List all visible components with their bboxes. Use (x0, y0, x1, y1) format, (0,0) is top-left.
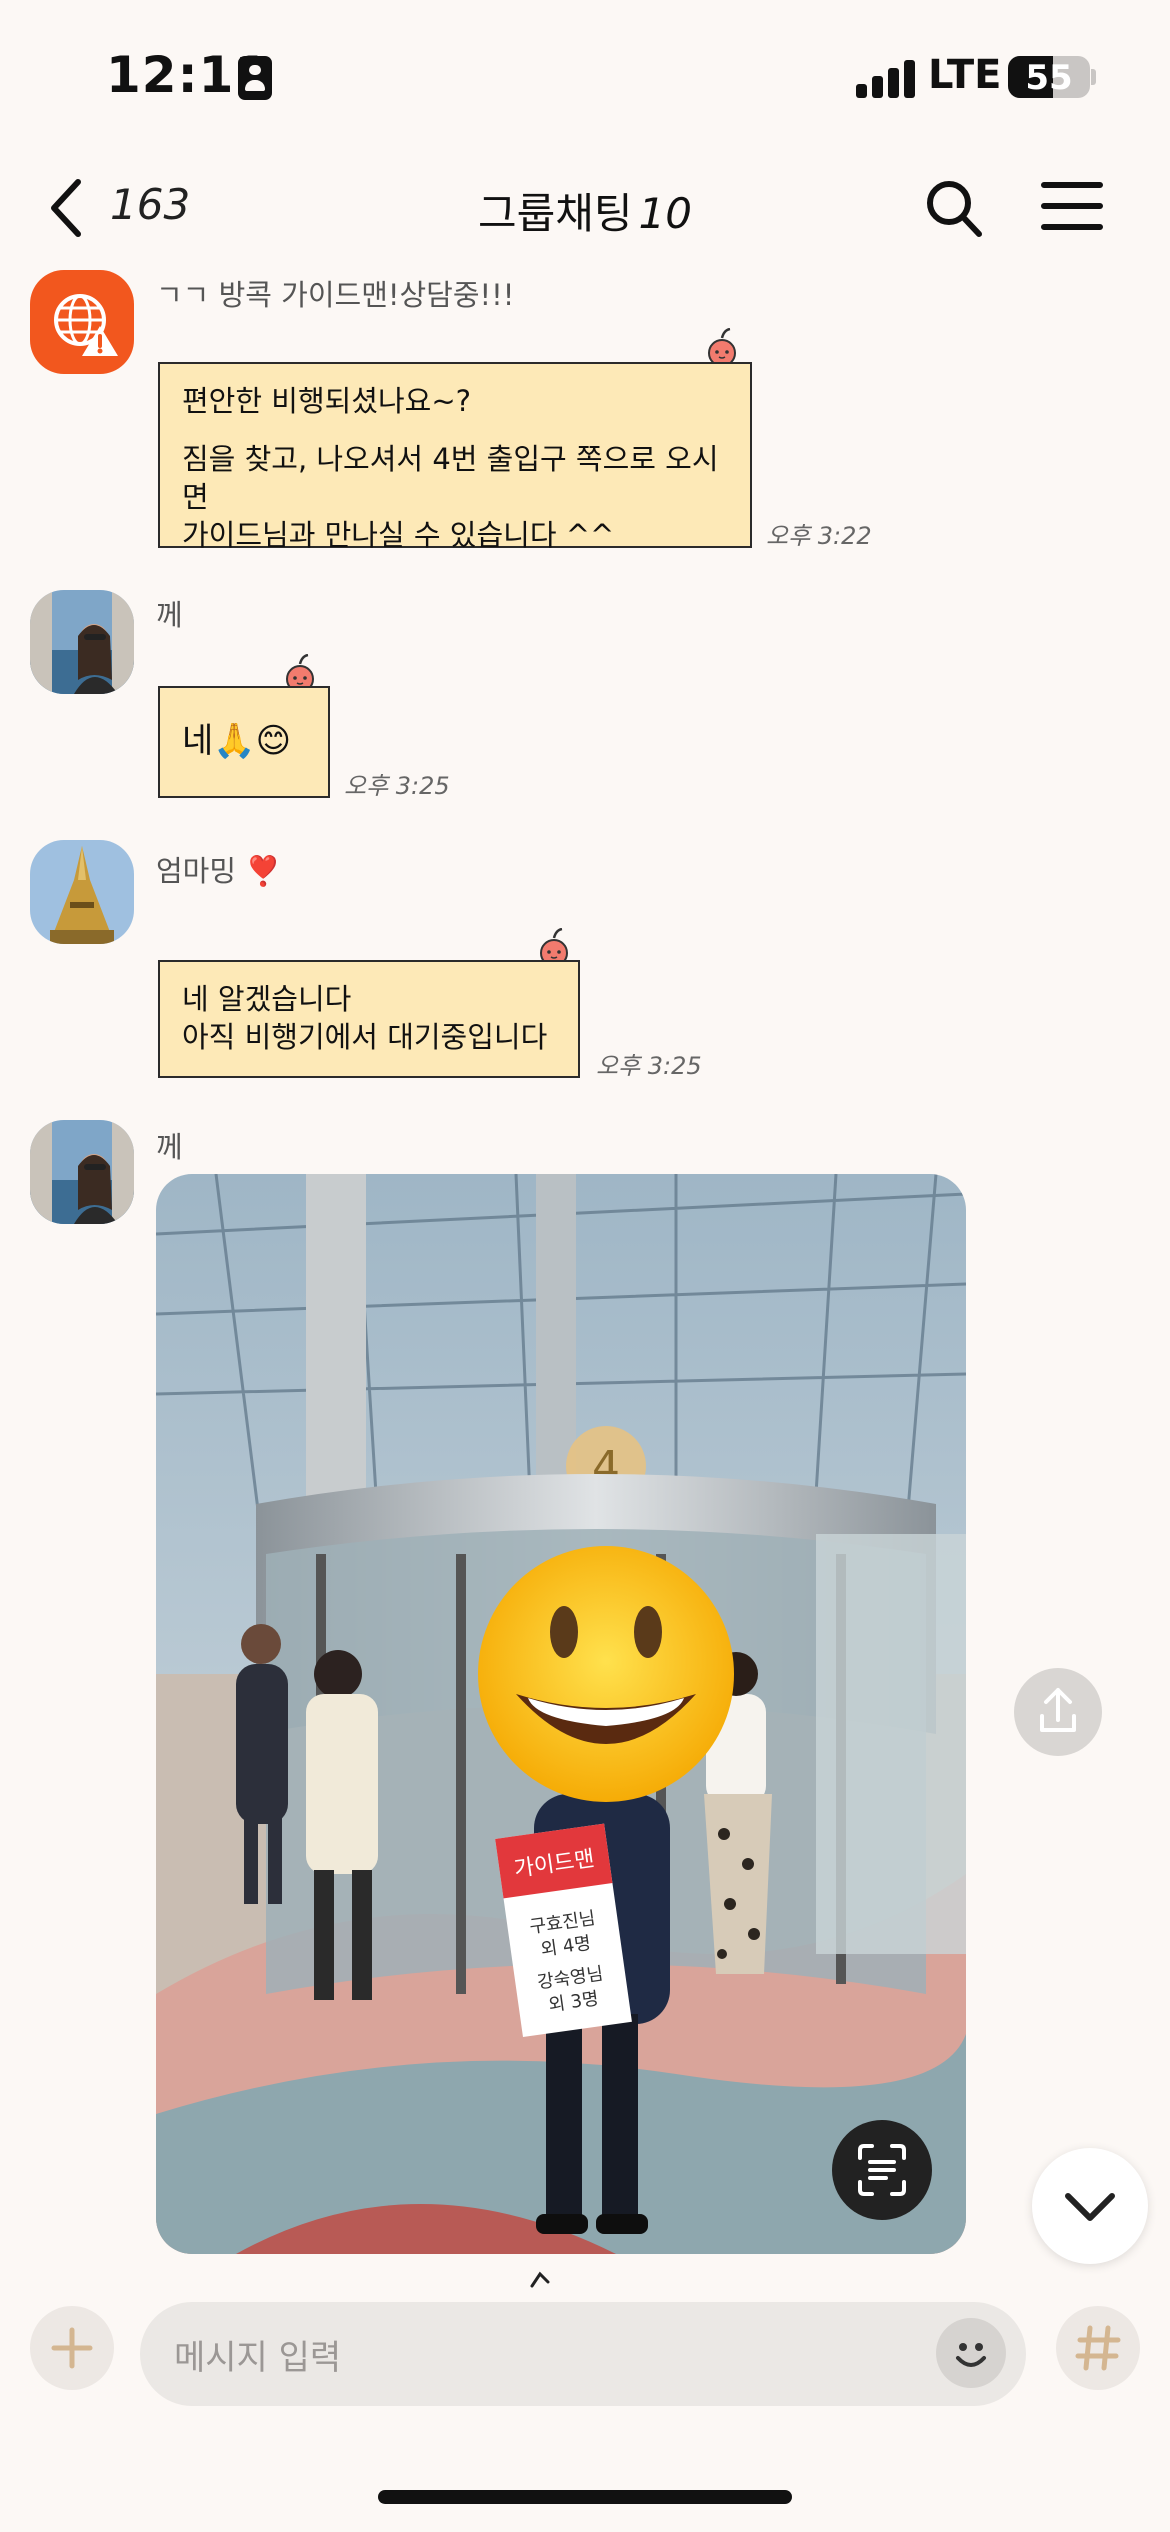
avatar-guideman[interactable] (30, 270, 134, 374)
avatar-kke[interactable] (30, 590, 134, 694)
scan-text-icon (858, 2144, 906, 2196)
hashtag-icon (1075, 2325, 1121, 2371)
battery-level: 55 (1025, 58, 1073, 98)
message-bubble[interactable]: 편안한 비행되셨나요~? 짐을 찾고, 나오셔서 4번 출입구 쪽으로 오시면 … (158, 362, 752, 552)
chevron-left-icon (51, 179, 81, 237)
member-count: 10 (638, 189, 692, 238)
airport-photo: 4 가이드맨 구효진님 외 4명 강숙영님 외 3명 (156, 1174, 966, 2254)
hamburger-icon (1041, 182, 1103, 230)
emoji-button[interactable] (936, 2318, 1006, 2388)
sender-name: 엄마밍 ❣️ (156, 854, 282, 888)
shared-photo[interactable]: 4 가이드맨 구효진님 외 4명 강숙영님 외 3명 (156, 1174, 966, 2254)
text-scan-button[interactable] (832, 2120, 932, 2220)
message-line: 편안한 비행되셨나요~? (182, 384, 472, 418)
message-time: 오후 3:22 (766, 522, 872, 550)
smiley-face-emoji (478, 1546, 734, 1802)
menu-button[interactable] (1040, 180, 1104, 232)
sender-name: ㄱㄱ 방콕 가이드맨!상담중!!! (156, 278, 515, 312)
message-line: 아직 비행기에서 대기중입니다 (182, 1020, 548, 1054)
message-time: 오후 3:25 (344, 772, 450, 800)
plus-icon (51, 2327, 93, 2369)
hashtag-button[interactable] (1056, 2306, 1140, 2390)
share-icon (1040, 1688, 1076, 1732)
avatar-kke[interactable] (30, 1120, 134, 1224)
home-indicator[interactable] (378, 2490, 792, 2504)
search-button[interactable] (924, 176, 984, 240)
share-button[interactable] (1014, 1668, 1102, 1756)
message-line: 가이드님과 만나실 수 있습니다 ^^ (182, 518, 615, 552)
cursor-arrow-icon (530, 2271, 550, 2288)
profile-photo (30, 1120, 134, 1224)
message-bubble[interactable]: 네 알겠습니다 아직 비행기에서 대기중입니다 (158, 960, 580, 1078)
smiley-icon (956, 2343, 986, 2367)
message-input-placeholder: 메시지 입력 (174, 2338, 342, 2378)
avatar-mommy[interactable] (30, 840, 134, 944)
orientation-lock-icon (238, 56, 272, 100)
profile-photo (30, 590, 134, 694)
unread-count[interactable]: 163 (110, 180, 190, 229)
search-icon (927, 181, 982, 237)
message-line: 네 알겠습니다 (182, 982, 352, 1016)
chat-title: 그룹채팅 10 (400, 180, 770, 241)
battery-icon: 55 (1008, 56, 1090, 98)
sender-name: 께 (156, 1130, 183, 1164)
message-line: 짐을 찾고, 나오셔서 4번 출입구 쪽으로 오시면 (182, 442, 719, 514)
signal-icon (856, 60, 916, 98)
sender-name: 께 (156, 598, 183, 632)
globe-warning-icon (54, 294, 118, 356)
chat-title-text: 그룹채팅 (477, 189, 633, 238)
chevron-down-icon (1065, 2193, 1115, 2221)
back-button[interactable] (44, 176, 104, 240)
scroll-to-bottom-button[interactable] (1032, 2148, 1148, 2264)
message-bubble[interactable]: 네🙏😊 (158, 686, 330, 798)
message-time: 오후 3:25 (596, 1052, 702, 1080)
profile-photo (30, 840, 134, 944)
battery-tip (1091, 69, 1096, 85)
network-label: LTE (928, 52, 1002, 98)
attach-button[interactable] (30, 2306, 114, 2390)
